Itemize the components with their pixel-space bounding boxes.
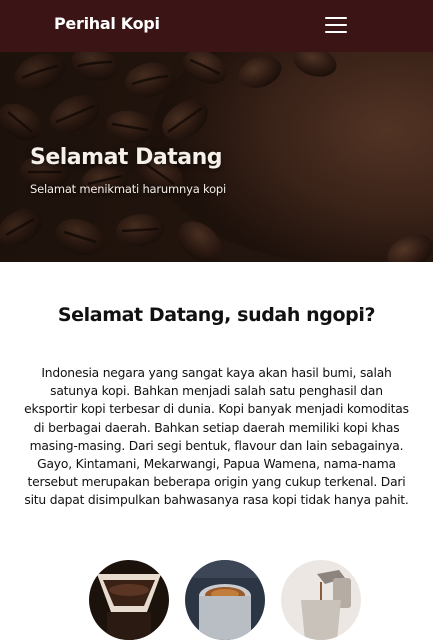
navbar: Perihal Kopi: [0, 0, 433, 52]
intro-paragraph: Indonesia negara yang sangat kaya akan h…: [24, 366, 409, 508]
pour-over-image: [281, 560, 361, 640]
brand-logo-text[interactable]: Perihal Kopi: [54, 14, 160, 33]
section-heading: Selamat Datang, sudah ngopi?: [57, 304, 376, 326]
coffee-dripper-image: [89, 560, 169, 640]
hero-banner: Selamat Datang Selamat menikmati harumny…: [0, 52, 433, 262]
hamburger-menu-icon[interactable]: [322, 14, 352, 36]
hero-title: Selamat Datang: [30, 145, 222, 170]
hero-subtitle: Selamat menikmati harumnya kopi: [30, 182, 226, 196]
espresso-cup-image: [185, 560, 265, 640]
